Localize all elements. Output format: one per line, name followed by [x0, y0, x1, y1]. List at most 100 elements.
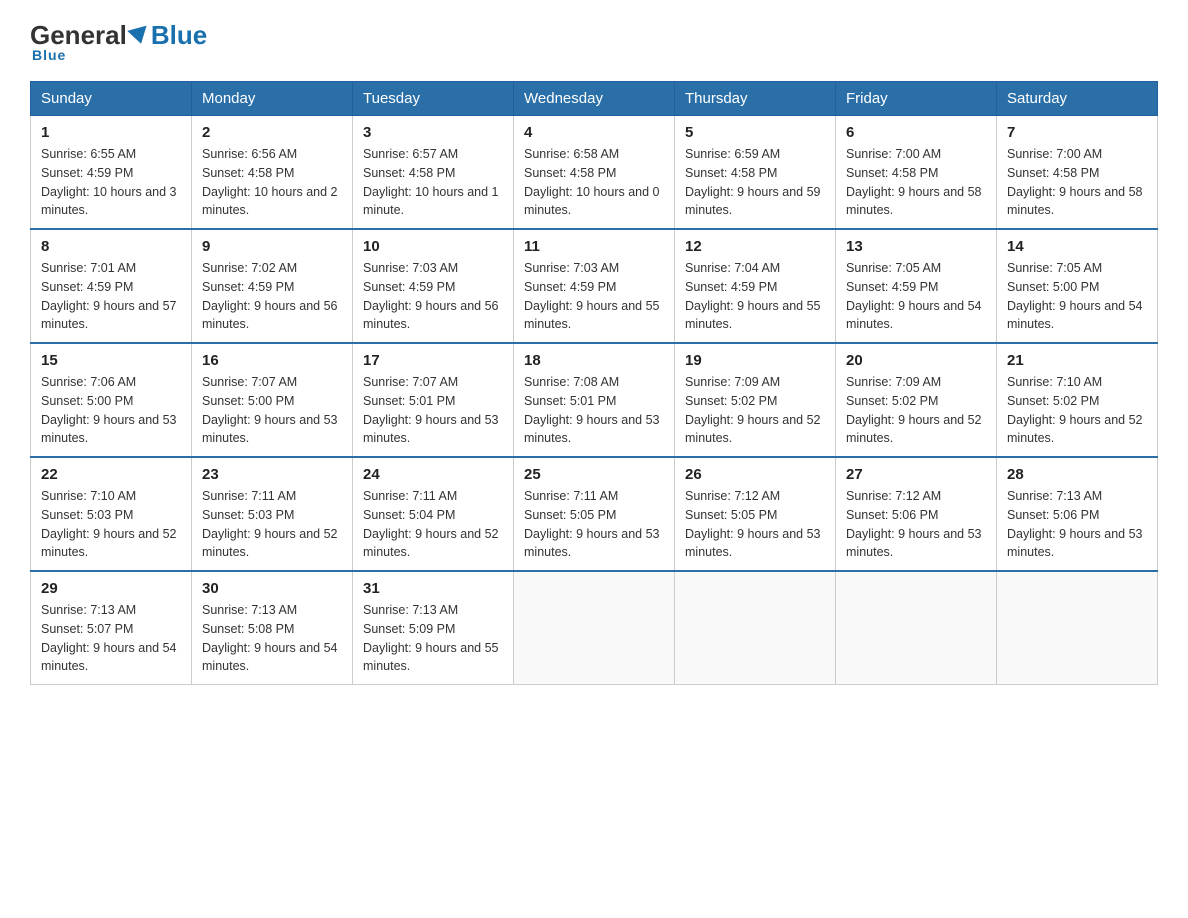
day-number: 1: [41, 124, 181, 141]
calendar-week-row: 29 Sunrise: 7:13 AMSunset: 5:07 PMDayligh…: [31, 571, 1158, 685]
calendar-day-cell: 26 Sunrise: 7:12 AMSunset: 5:05 PMDayligh…: [675, 457, 836, 571]
logo-blue-text: Blue: [151, 20, 207, 51]
day-info: Sunrise: 7:13 AMSunset: 5:07 PMDaylight:…: [41, 601, 181, 676]
weekday-header-wednesday: Wednesday: [514, 82, 675, 116]
day-info: Sunrise: 7:13 AMSunset: 5:08 PMDaylight:…: [202, 601, 342, 676]
day-number: 31: [363, 580, 503, 597]
calendar-day-cell: 24 Sunrise: 7:11 AMSunset: 5:04 PMDayligh…: [353, 457, 514, 571]
day-info: Sunrise: 6:55 AMSunset: 4:59 PMDaylight:…: [41, 145, 181, 220]
calendar-week-row: 8 Sunrise: 7:01 AMSunset: 4:59 PMDaylight…: [31, 229, 1158, 343]
day-number: 18: [524, 352, 664, 369]
calendar-day-cell: 18 Sunrise: 7:08 AMSunset: 5:01 PMDayligh…: [514, 343, 675, 457]
day-number: 9: [202, 238, 342, 255]
day-number: 24: [363, 466, 503, 483]
calendar-day-cell: 3 Sunrise: 6:57 AMSunset: 4:58 PMDaylight…: [353, 116, 514, 230]
day-number: 15: [41, 352, 181, 369]
calendar-day-cell: 12Sunrise: 7:04 AMSunset: 4:59 PMDayligh…: [675, 229, 836, 343]
day-info: Sunrise: 7:04 AMSunset: 4:59 PMDaylight:…: [685, 259, 825, 334]
calendar-day-cell: 4Sunrise: 6:58 AMSunset: 4:58 PMDaylight…: [514, 116, 675, 230]
day-info: Sunrise: 7:00 AMSunset: 4:58 PMDaylight:…: [846, 145, 986, 220]
calendar-day-cell: 2Sunrise: 6:56 AMSunset: 4:58 PMDaylight…: [192, 116, 353, 230]
weekday-header-tuesday: Tuesday: [353, 82, 514, 116]
calendar-table: SundayMondayTuesdayWednesdayThursdayFrid…: [30, 81, 1158, 685]
day-number: 13: [846, 238, 986, 255]
day-info: Sunrise: 6:57 AMSunset: 4:58 PMDaylight:…: [363, 145, 503, 220]
day-number: 3: [363, 124, 503, 141]
day-number: 8: [41, 238, 181, 255]
weekday-header-thursday: Thursday: [675, 82, 836, 116]
calendar-day-cell: 28 Sunrise: 7:13 AMSunset: 5:06 PMDayligh…: [997, 457, 1158, 571]
day-info: Sunrise: 6:56 AMSunset: 4:58 PMDaylight:…: [202, 145, 342, 220]
day-info: Sunrise: 7:03 AMSunset: 4:59 PMDaylight:…: [363, 259, 503, 334]
day-number: 6: [846, 124, 986, 141]
calendar-day-cell: 7 Sunrise: 7:00 AMSunset: 4:58 PMDaylight…: [997, 116, 1158, 230]
day-number: 4: [524, 124, 664, 141]
calendar-day-cell: 31Sunrise: 7:13 AMSunset: 5:09 PMDayligh…: [353, 571, 514, 685]
day-info: Sunrise: 7:02 AMSunset: 4:59 PMDaylight:…: [202, 259, 342, 334]
calendar-day-cell: 14 Sunrise: 7:05 AMSunset: 5:00 PMDayligh…: [997, 229, 1158, 343]
calendar-day-cell: [675, 571, 836, 685]
logo-triangle-icon: [127, 25, 150, 46]
day-number: 26: [685, 466, 825, 483]
calendar-day-cell: 16 Sunrise: 7:07 AMSunset: 5:00 PMDayligh…: [192, 343, 353, 457]
calendar-day-cell: 6 Sunrise: 7:00 AMSunset: 4:58 PMDaylight…: [836, 116, 997, 230]
day-number: 20: [846, 352, 986, 369]
day-info: Sunrise: 6:59 AMSunset: 4:58 PMDaylight:…: [685, 145, 825, 220]
day-number: 5: [685, 124, 825, 141]
day-info: Sunrise: 7:05 AMSunset: 5:00 PMDaylight:…: [1007, 259, 1147, 334]
calendar-day-cell: 5 Sunrise: 6:59 AMSunset: 4:58 PMDaylight…: [675, 116, 836, 230]
day-number: 7: [1007, 124, 1147, 141]
calendar-day-cell: 25 Sunrise: 7:11 AMSunset: 5:05 PMDayligh…: [514, 457, 675, 571]
page-header: General Blue Blue: [30, 20, 1158, 63]
day-info: Sunrise: 7:07 AMSunset: 5:00 PMDaylight:…: [202, 373, 342, 448]
calendar-day-cell: 20 Sunrise: 7:09 AMSunset: 5:02 PMDayligh…: [836, 343, 997, 457]
calendar-day-cell: 8 Sunrise: 7:01 AMSunset: 4:59 PMDaylight…: [31, 229, 192, 343]
day-number: 27: [846, 466, 986, 483]
day-number: 29: [41, 580, 181, 597]
weekday-header-friday: Friday: [836, 82, 997, 116]
calendar-week-row: 1 Sunrise: 6:55 AMSunset: 4:59 PMDaylight…: [31, 116, 1158, 230]
logo: General Blue Blue: [30, 20, 207, 63]
calendar-day-cell: [514, 571, 675, 685]
calendar-day-cell: 10 Sunrise: 7:03 AMSunset: 4:59 PMDayligh…: [353, 229, 514, 343]
day-info: Sunrise: 7:00 AMSunset: 4:58 PMDaylight:…: [1007, 145, 1147, 220]
calendar-day-cell: 27 Sunrise: 7:12 AMSunset: 5:06 PMDayligh…: [836, 457, 997, 571]
day-number: 11: [524, 238, 664, 255]
calendar-header-row: SundayMondayTuesdayWednesdayThursdayFrid…: [31, 82, 1158, 116]
day-number: 14: [1007, 238, 1147, 255]
calendar-week-row: 22 Sunrise: 7:10 AMSunset: 5:03 PMDayligh…: [31, 457, 1158, 571]
day-number: 19: [685, 352, 825, 369]
day-info: Sunrise: 7:11 AMSunset: 5:05 PMDaylight:…: [524, 487, 664, 562]
day-info: Sunrise: 7:06 AMSunset: 5:00 PMDaylight:…: [41, 373, 181, 448]
day-info: Sunrise: 7:13 AMSunset: 5:06 PMDaylight:…: [1007, 487, 1147, 562]
calendar-day-cell: 21 Sunrise: 7:10 AMSunset: 5:02 PMDayligh…: [997, 343, 1158, 457]
day-number: 10: [363, 238, 503, 255]
day-number: 16: [202, 352, 342, 369]
weekday-header-sunday: Sunday: [31, 82, 192, 116]
day-info: Sunrise: 7:12 AMSunset: 5:06 PMDaylight:…: [846, 487, 986, 562]
day-number: 17: [363, 352, 503, 369]
day-info: Sunrise: 7:08 AMSunset: 5:01 PMDaylight:…: [524, 373, 664, 448]
calendar-day-cell: [997, 571, 1158, 685]
calendar-day-cell: [836, 571, 997, 685]
day-number: 21: [1007, 352, 1147, 369]
day-info: Sunrise: 7:12 AMSunset: 5:05 PMDaylight:…: [685, 487, 825, 562]
day-number: 22: [41, 466, 181, 483]
day-info: Sunrise: 7:10 AMSunset: 5:02 PMDaylight:…: [1007, 373, 1147, 448]
day-info: Sunrise: 7:11 AMSunset: 5:03 PMDaylight:…: [202, 487, 342, 562]
day-info: Sunrise: 7:07 AMSunset: 5:01 PMDaylight:…: [363, 373, 503, 448]
weekday-header-saturday: Saturday: [997, 82, 1158, 116]
day-number: 28: [1007, 466, 1147, 483]
weekday-header-monday: Monday: [192, 82, 353, 116]
day-number: 30: [202, 580, 342, 597]
day-info: Sunrise: 7:10 AMSunset: 5:03 PMDaylight:…: [41, 487, 181, 562]
calendar-day-cell: 23Sunrise: 7:11 AMSunset: 5:03 PMDayligh…: [192, 457, 353, 571]
calendar-day-cell: 15 Sunrise: 7:06 AMSunset: 5:00 PMDayligh…: [31, 343, 192, 457]
day-info: Sunrise: 7:11 AMSunset: 5:04 PMDaylight:…: [363, 487, 503, 562]
calendar-day-cell: 30 Sunrise: 7:13 AMSunset: 5:08 PMDayligh…: [192, 571, 353, 685]
day-info: Sunrise: 7:09 AMSunset: 5:02 PMDaylight:…: [846, 373, 986, 448]
day-number: 25: [524, 466, 664, 483]
day-info: Sunrise: 7:03 AMSunset: 4:59 PMDaylight:…: [524, 259, 664, 334]
day-info: Sunrise: 7:01 AMSunset: 4:59 PMDaylight:…: [41, 259, 181, 334]
logo-underline: Blue: [32, 47, 66, 63]
